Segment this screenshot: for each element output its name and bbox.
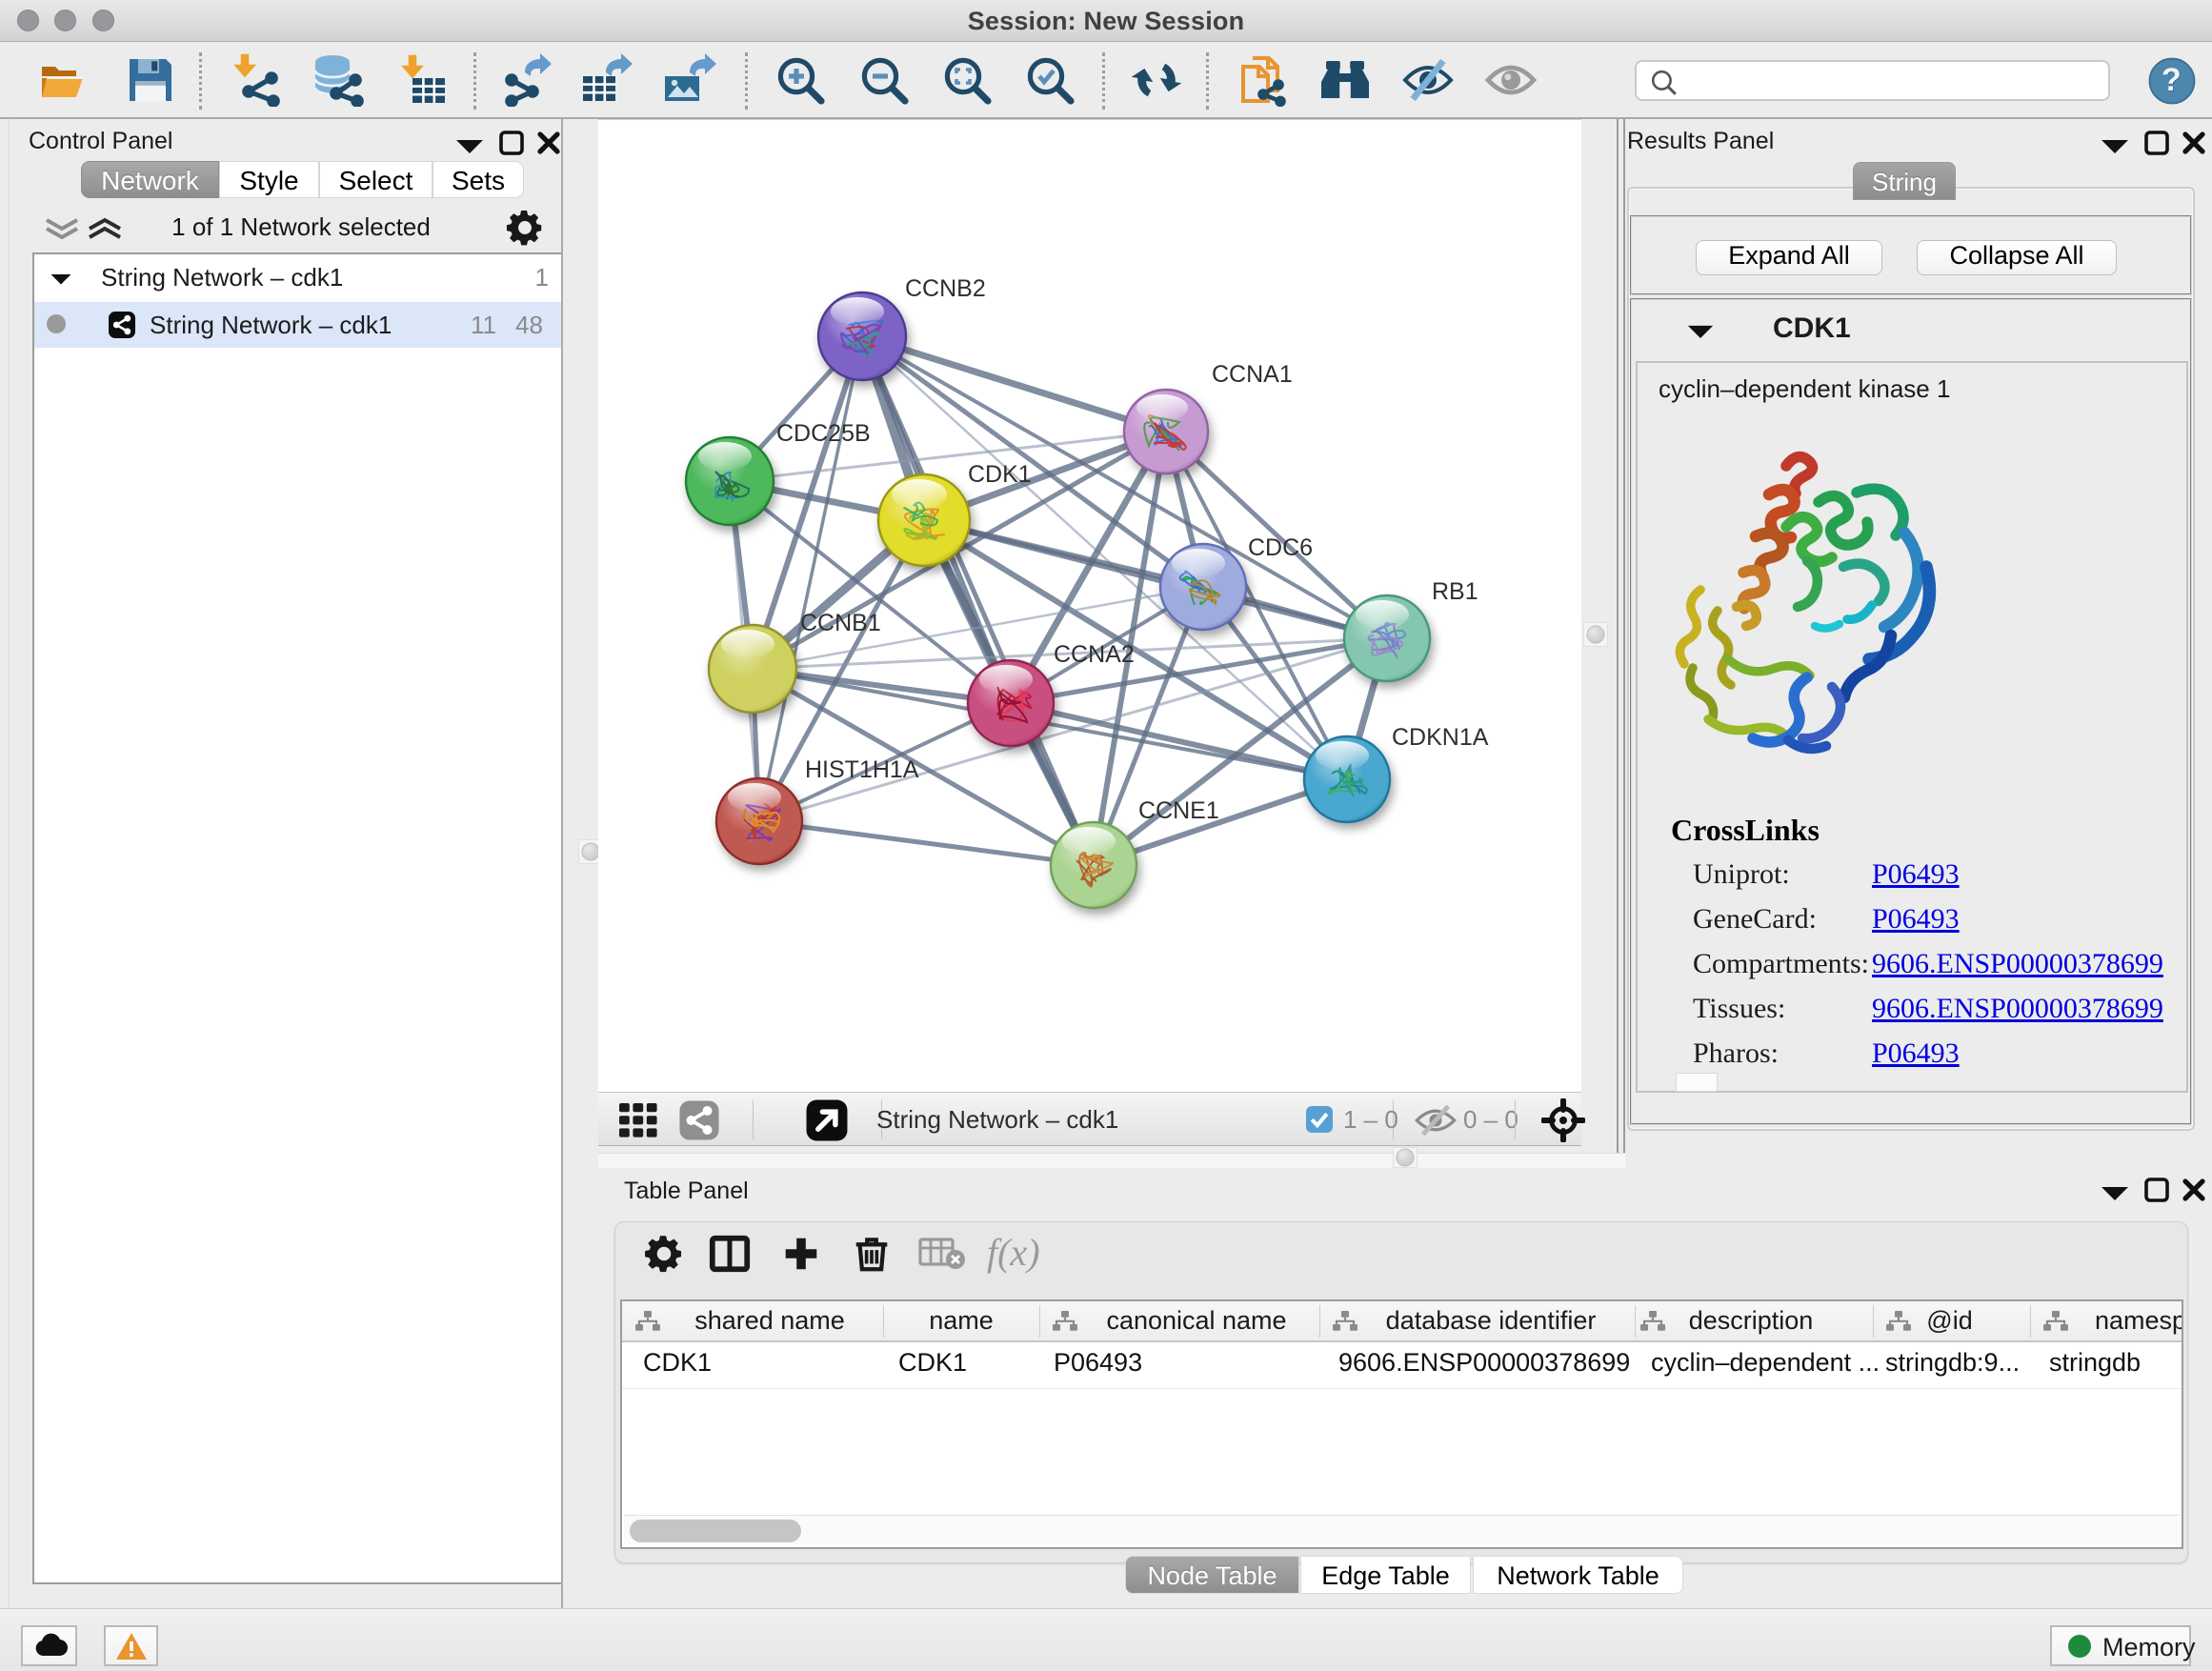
- svg-text:RB1: RB1: [1432, 578, 1478, 605]
- svg-text:HIST1H1A: HIST1H1A: [805, 756, 919, 783]
- svg-text:CCNB1: CCNB1: [800, 610, 881, 636]
- svg-text:CCNE1: CCNE1: [1138, 797, 1219, 824]
- svg-text:CCNB2: CCNB2: [905, 275, 986, 302]
- svg-text:?: ?: [2162, 62, 2182, 98]
- svg-text:CDC25B: CDC25B: [776, 420, 871, 447]
- svg-text:CCNA2: CCNA2: [1054, 641, 1135, 668]
- svg-text:CCNA1: CCNA1: [1212, 361, 1293, 388]
- svg-text:CDC6: CDC6: [1248, 534, 1313, 561]
- svg-text:CDK1: CDK1: [968, 461, 1032, 488]
- svg-text:CDKN1A: CDKN1A: [1392, 724, 1489, 751]
